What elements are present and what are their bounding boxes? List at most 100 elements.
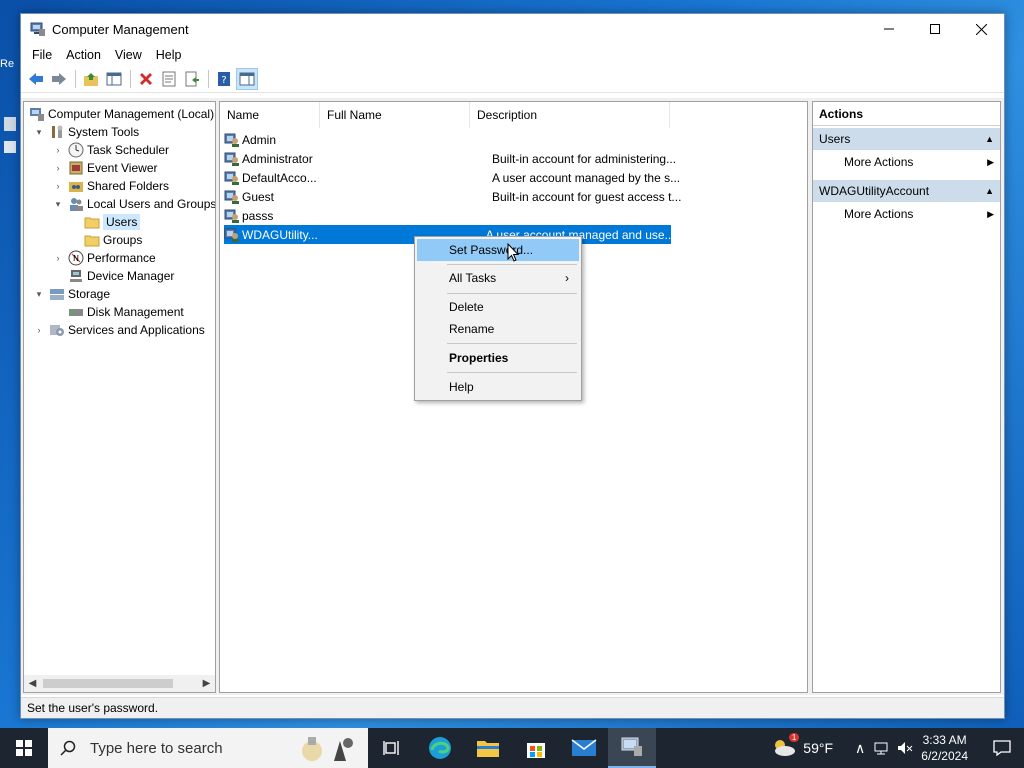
show-action-pane-button[interactable] <box>236 68 258 90</box>
properties-toolbar-button[interactable] <box>158 68 180 90</box>
chevron-down-icon[interactable]: ▾ <box>33 288 45 300</box>
tree-performance[interactable]: › N Performance <box>52 249 156 267</box>
column-header-full-name[interactable]: Full Name <box>320 102 470 128</box>
taskbar: Type here to search 1 59°F ∧ 3:33 AM 6/2… <box>0 728 1024 768</box>
actions-section-wdag[interactable]: WDAGUtilityAccount ▲ <box>813 180 1000 202</box>
tree-groups[interactable]: Groups <box>84 231 142 249</box>
title-bar[interactable]: Computer Management <box>21 14 1004 44</box>
scroll-left-icon[interactable]: ◀ <box>24 678 41 689</box>
menu-view[interactable]: View <box>108 48 149 62</box>
up-one-level-button[interactable] <box>80 68 102 90</box>
table-row[interactable]: Guest Built-in account for guest access t… <box>224 187 682 206</box>
tree-storage[interactable]: ▾ Storage <box>33 285 110 303</box>
delete-x-icon <box>140 73 152 85</box>
clock[interactable]: 3:33 AM 6/2/2024 <box>921 732 968 764</box>
taskbar-computer-management[interactable] <box>608 728 656 768</box>
menu-file[interactable]: File <box>25 48 59 62</box>
scroll-right-icon[interactable]: ▶ <box>198 678 215 689</box>
tree-shared-folders[interactable]: › Shared Folders <box>52 177 170 195</box>
user-account-icon <box>224 170 240 186</box>
tree-services-applications[interactable]: › Services and Applications <box>33 321 205 339</box>
tree-local-users-groups[interactable]: ▾ Local Users and Groups <box>52 195 215 213</box>
start-button[interactable] <box>0 728 48 768</box>
network-icon[interactable] <box>873 740 889 756</box>
tree-horizontal-scrollbar[interactable]: ◀ ▶ <box>24 675 215 692</box>
chevron-right-icon[interactable]: › <box>52 252 64 264</box>
temperature[interactable]: 59°F <box>803 740 833 756</box>
tree-disk-management[interactable]: Disk Management <box>68 303 184 321</box>
maximize-icon <box>930 24 940 34</box>
back-button[interactable] <box>25 68 47 90</box>
menu-action[interactable]: Action <box>59 48 108 62</box>
chevron-right-icon[interactable]: › <box>52 180 64 192</box>
table-row[interactable]: passs <box>224 206 682 225</box>
tree-system-tools[interactable]: ▾ System Tools <box>33 123 139 141</box>
search-icon <box>60 740 76 756</box>
tree-event-viewer[interactable]: › Event Viewer <box>52 159 158 177</box>
delete-toolbar-button[interactable] <box>135 68 157 90</box>
table-row[interactable]: DefaultAcco... A user account managed by … <box>224 168 682 187</box>
menu-properties[interactable]: Properties <box>417 347 579 369</box>
task-view-button[interactable] <box>368 728 416 768</box>
notifications-button[interactable] <box>980 728 1024 768</box>
menu-help[interactable]: Help <box>417 376 579 398</box>
chevron-right-icon[interactable]: › <box>52 162 64 174</box>
menu-set-password[interactable]: Set Password... <box>417 239 579 261</box>
column-header-description[interactable]: Description <box>470 102 670 128</box>
toolbar: ? <box>21 66 1004 93</box>
more-actions-users[interactable]: More Actions ▶ <box>813 150 1000 174</box>
tree-label: Event Viewer <box>87 161 158 175</box>
close-button[interactable] <box>958 14 1004 44</box>
chevron-down-icon[interactable]: ▾ <box>33 126 45 138</box>
column-header-name[interactable]: Name <box>220 102 320 128</box>
tree-device-manager[interactable]: Device Manager <box>68 267 174 285</box>
help-toolbar-button[interactable]: ? <box>213 68 235 90</box>
chevron-up-icon[interactable]: ∧ <box>855 740 865 757</box>
clock-icon <box>68 142 84 158</box>
user-account-icon <box>224 208 240 224</box>
tree-root-computer-management[interactable]: Computer Management (Local) <box>29 105 214 123</box>
taskbar-search-box[interactable]: Type here to search <box>48 728 368 768</box>
scrollbar-thumb[interactable] <box>43 679 173 688</box>
console-tree: Computer Management (Local) ▾ System Too… <box>23 101 216 693</box>
forward-button[interactable] <box>48 68 70 90</box>
taskbar-microsoft-store[interactable] <box>512 728 560 768</box>
menu-help[interactable]: Help <box>149 48 189 62</box>
menu-all-tasks[interactable]: All Tasks › <box>417 267 579 289</box>
more-actions-wdag[interactable]: More Actions ▶ <box>813 202 1000 226</box>
menu-separator <box>447 343 577 344</box>
windows-logo-icon <box>16 740 32 756</box>
desktop-icon[interactable] <box>0 115 22 158</box>
menu-label: Rename <box>449 322 495 336</box>
tree-task-scheduler[interactable]: › Task Scheduler <box>52 141 169 159</box>
collapse-up-icon[interactable]: ▲ <box>985 186 994 196</box>
chevron-right-icon[interactable]: › <box>33 324 45 336</box>
weather-widget[interactable]: 1 <box>771 732 800 761</box>
action-label: More Actions <box>844 155 914 169</box>
menu-label: Properties <box>449 351 509 365</box>
taskbar-mail[interactable] <box>560 728 608 768</box>
maximize-button[interactable] <box>912 14 958 44</box>
actions-section-users[interactable]: Users ▲ <box>813 128 1000 150</box>
chevron-right-icon[interactable]: › <box>52 144 64 156</box>
tree-users[interactable]: Users <box>84 213 141 231</box>
taskbar-edge[interactable] <box>416 728 464 768</box>
menu-rename[interactable]: Rename <box>417 318 579 340</box>
volume-muted-icon[interactable] <box>897 740 913 756</box>
tree-label: System Tools <box>68 125 140 139</box>
show-hide-tree-button[interactable] <box>103 68 125 90</box>
chevron-down-icon[interactable]: ▾ <box>52 198 64 210</box>
back-arrow-icon <box>29 73 43 85</box>
menu-delete[interactable]: Delete <box>417 296 579 318</box>
submenu-arrow-icon: › <box>565 271 569 285</box>
section-label: Users <box>819 132 851 146</box>
export-list-button[interactable] <box>181 68 203 90</box>
collapse-up-icon[interactable]: ▲ <box>985 134 994 144</box>
tree-label: Shared Folders <box>87 179 170 193</box>
cell-name: Administrator <box>242 151 313 166</box>
table-row[interactable]: Administrator Built-in account for admini… <box>224 149 682 168</box>
taskbar-file-explorer[interactable] <box>464 728 512 768</box>
minimize-button[interactable] <box>866 14 912 44</box>
table-row[interactable]: Admin <box>224 130 682 149</box>
tree-label: Disk Management <box>87 305 184 319</box>
